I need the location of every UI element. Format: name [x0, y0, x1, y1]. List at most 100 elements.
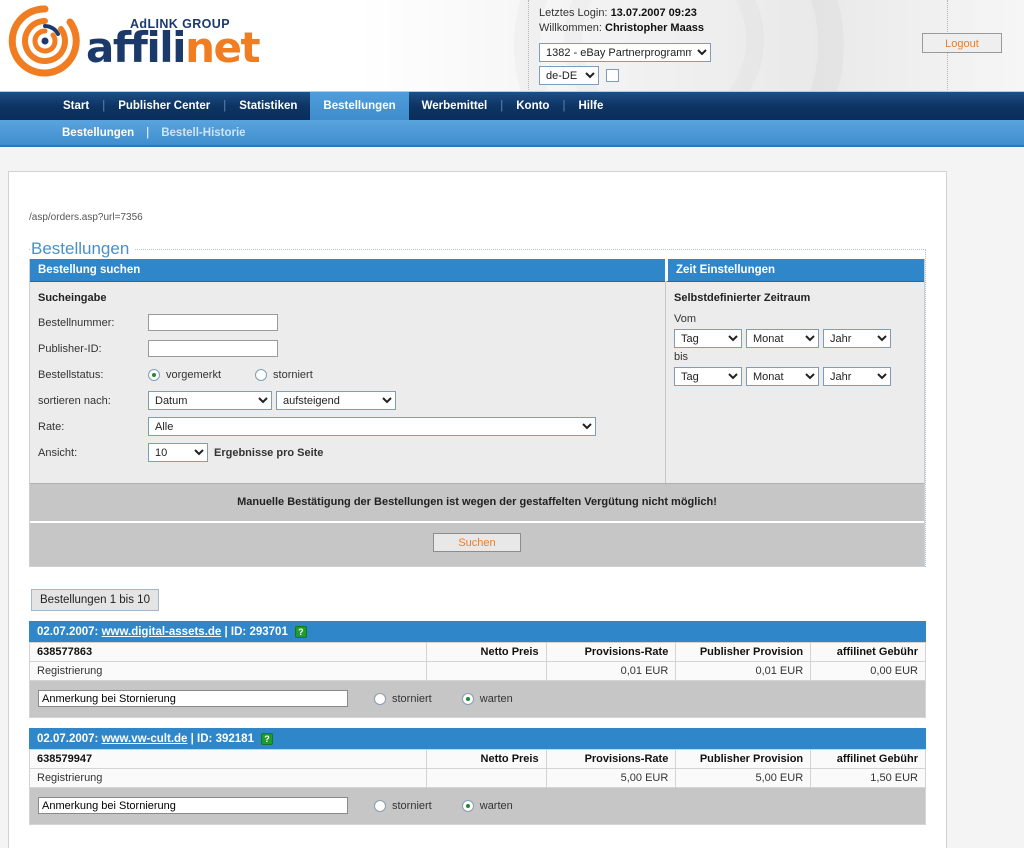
- table-row: 638579947 Netto Preis Provisions-Rate Pu…: [28, 749, 926, 769]
- search-box: Bestellung suchen Zeit Einstellungen Suc…: [29, 259, 925, 567]
- to-day-select[interactable]: Tag: [674, 367, 742, 386]
- column-header-provisions-rate: Provisions-Rate: [545, 749, 677, 769]
- radio-vorgemerkt[interactable]: [148, 368, 160, 381]
- column-header-netto-preis: Netto Preis: [426, 749, 547, 769]
- provisions-rate-cell: 0,01 EUR: [545, 661, 677, 681]
- program-select[interactable]: 1382 - eBay Partnerprogramm: [539, 43, 711, 62]
- page-background: /asp/orders.asp?url=7356 Bestellungen Be…: [0, 147, 1024, 848]
- order-type-cell: Registrierung: [28, 661, 428, 681]
- radio-storniert[interactable]: [374, 692, 386, 705]
- nav-item-statistiken[interactable]: Statistiken: [226, 92, 310, 120]
- sort-field-select[interactable]: Datum: [148, 391, 272, 410]
- column-header-affilinet-gebuehr: affilinet Gebühr: [810, 642, 926, 662]
- footer-radio-warten[interactable]: warten: [461, 692, 513, 705]
- submit-bar: Suchen: [30, 521, 924, 566]
- order-id-value: 293701: [249, 625, 288, 638]
- subnav-item-bestell-historie[interactable]: Bestell-Historie: [149, 127, 257, 139]
- nav-item-publisher-center[interactable]: Publisher Center: [105, 92, 223, 120]
- publisher-provision-cell: 5,00 EUR: [675, 768, 812, 788]
- order-number-input[interactable]: [148, 314, 278, 331]
- column-header-publisher-provision: Publisher Provision: [675, 642, 812, 662]
- radio-warten[interactable]: [461, 692, 474, 705]
- footer-radio-warten[interactable]: warten: [461, 799, 513, 812]
- affilinet-logo[interactable]: AdLINK GROUP affilinet: [8, 4, 261, 78]
- program-select-row: 1382 - eBay Partnerprogramm: [539, 43, 947, 62]
- order-date: 02.07.2007:: [37, 732, 99, 745]
- order-site-link[interactable]: www.vw-cult.de: [102, 733, 188, 745]
- cancellation-note-input[interactable]: [38, 797, 348, 814]
- radio-storniert-label: storniert: [273, 368, 313, 381]
- nav-item-werbemittel[interactable]: Werbemittel: [409, 92, 501, 120]
- publisher-id-input[interactable]: [148, 340, 278, 357]
- from-month-select[interactable]: Monat: [746, 329, 819, 348]
- breadcrumb-url: /asp/orders.asp?url=7356: [29, 212, 143, 223]
- column-header-affilinet-gebuehr: affilinet Gebühr: [810, 749, 926, 769]
- table-row: Registrierung 0,01 EUR 0,01 EUR 0,00 EUR: [28, 661, 926, 681]
- sub-navigation: Bestellungen | Bestell-Historie: [0, 120, 1024, 147]
- nav-item-hilfe[interactable]: Hilfe: [565, 92, 616, 120]
- results-range-label: Bestellungen 1 bis 10: [31, 589, 159, 611]
- help-icon[interactable]: ?: [260, 732, 273, 745]
- order-status-radio-group: vorgemerkt storniert: [148, 368, 341, 381]
- from-year-select[interactable]: Jahr: [823, 329, 891, 348]
- radio-warten-label: warten: [479, 692, 513, 705]
- radio-warten[interactable]: [461, 799, 474, 812]
- logo-word-net: net: [185, 23, 260, 72]
- search-box-header: Bestellung suchen Zeit Einstellungen: [30, 259, 924, 282]
- cancellation-note-input[interactable]: [38, 690, 348, 707]
- results-per-page-suffix: Ergebnisse pro Seite: [214, 446, 324, 459]
- help-icon[interactable]: ?: [294, 625, 307, 638]
- affilinet-gebuehr-cell: 0,00 EUR: [810, 661, 926, 681]
- to-month-select[interactable]: Monat: [746, 367, 819, 386]
- sort-direction-select[interactable]: aufsteigend: [276, 391, 396, 410]
- radio-storniert-label: storniert: [392, 799, 432, 812]
- netto-preis-cell: [426, 768, 547, 788]
- radio-storniert[interactable]: [374, 799, 386, 812]
- publisher-provision-cell: 0,01 EUR: [675, 661, 812, 681]
- order-header: 02.07.2007: www.vw-cult.de | ID: 392181 …: [29, 728, 926, 749]
- from-date-row: Tag Monat Jahr: [674, 329, 924, 348]
- to-year-select[interactable]: Jahr: [823, 367, 891, 386]
- order-status-label: Bestellstatus:: [38, 368, 104, 381]
- order-table: 638579947 Netto Preis Provisions-Rate Pu…: [28, 749, 926, 788]
- order-block: 02.07.2007: www.vw-cult.de | ID: 392181 …: [28, 728, 926, 825]
- search-submit-button[interactable]: Suchen: [433, 533, 521, 552]
- from-day-select[interactable]: Tag: [674, 329, 742, 348]
- locale-checkbox[interactable]: [606, 69, 619, 82]
- rate-select[interactable]: Alle: [148, 417, 596, 436]
- nav-item-bestellungen[interactable]: Bestellungen: [310, 92, 409, 120]
- last-login-label: Letztes Login:: [539, 7, 608, 19]
- order-number-cell: 638577863: [28, 642, 428, 662]
- radio-storniert[interactable]: [255, 368, 268, 381]
- header-account-panel: Letztes Login: 13.07.2007 09:23 Willkomm…: [528, 0, 948, 91]
- nav-item-start[interactable]: Start: [50, 92, 102, 120]
- from-label: Vom: [674, 313, 697, 325]
- order-type-cell: Registrierung: [28, 768, 428, 788]
- footer-radio-storniert[interactable]: storniert: [374, 692, 432, 705]
- last-login-line: Letztes Login: 13.07.2007 09:23: [539, 6, 947, 21]
- order-number-cell: 638579947: [28, 749, 428, 769]
- rate-label: Rate:: [38, 420, 65, 433]
- order-number-label: Bestellnummer:: [38, 316, 115, 329]
- view-row: Ansicht: 10 Ergebnisse pro Seite: [38, 443, 665, 462]
- order-site-link[interactable]: www.digital-assets.de: [102, 626, 222, 638]
- order-header: 02.07.2007: www.digital-assets.de | ID: …: [29, 621, 926, 642]
- provisions-rate-cell: 5,00 EUR: [545, 768, 677, 788]
- locale-select[interactable]: de-DE: [539, 66, 599, 85]
- order-table: 638577863 Netto Preis Provisions-Rate Pu…: [28, 642, 926, 681]
- footer-radio-storniert[interactable]: storniert: [374, 799, 432, 812]
- affilinet-logo-mark: [8, 4, 82, 78]
- sort-row: sortieren nach: Datum aufsteigend: [38, 391, 665, 410]
- sucheingabe-title: Sucheingabe: [38, 292, 107, 304]
- subnav-item-bestellungen[interactable]: Bestellungen: [50, 127, 146, 139]
- radio-vorgemerkt-label: vorgemerkt: [166, 368, 222, 381]
- table-row: Registrierung 5,00 EUR 5,00 EUR 1,50 EUR: [28, 768, 926, 788]
- results-per-page-select[interactable]: 10: [148, 443, 208, 462]
- radio-storniert-label: storniert: [392, 692, 432, 705]
- sort-label: sortieren nach:: [38, 394, 111, 407]
- logout-button[interactable]: Logout: [922, 33, 1002, 53]
- page-title: Bestellungen: [31, 239, 130, 258]
- order-id-label: | ID:: [224, 625, 247, 638]
- custom-period-title: Selbstdefinierter Zeitraum: [674, 292, 811, 304]
- nav-item-konto[interactable]: Konto: [503, 92, 562, 120]
